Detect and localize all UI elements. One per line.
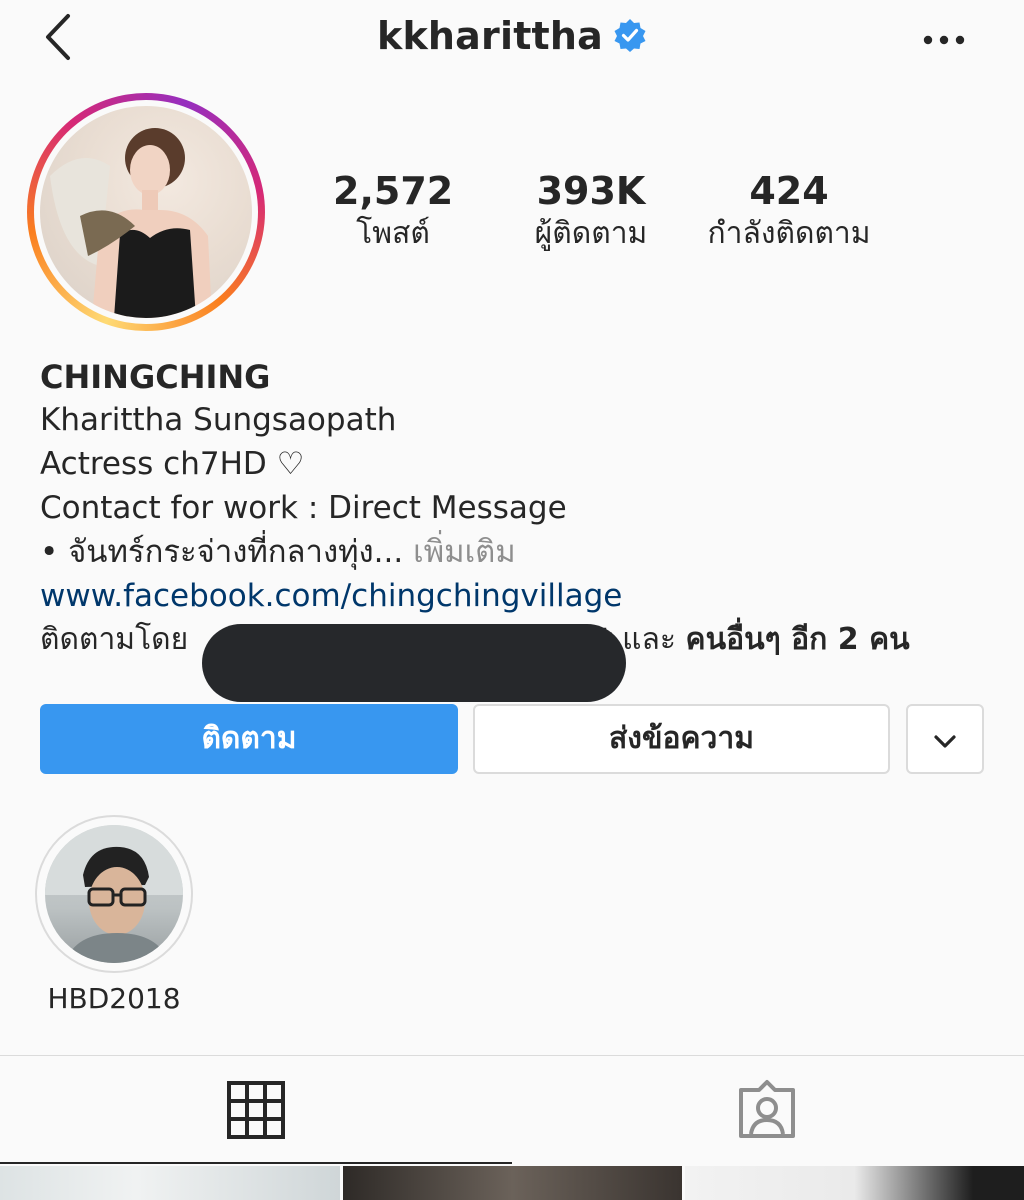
profile-avatar (40, 106, 252, 318)
posts-grid-tab[interactable] (224, 1078, 288, 1142)
message-button[interactable]: ส่งข้อความ (473, 704, 890, 774)
tagged-posts-tab[interactable] (735, 1078, 799, 1142)
posts-count-stat[interactable]: 2,572 โพสต์ (333, 168, 453, 254)
following-label: กำลังติดตาม (707, 216, 871, 251)
highlight-ring (35, 815, 193, 973)
posts-count: 2,572 (333, 169, 454, 213)
followers-label: ผู้ติดตาม (534, 216, 648, 251)
chevron-down-icon (934, 735, 956, 748)
verified-badge-icon (614, 18, 646, 52)
username-title: kkharittha (376, 14, 604, 58)
post-thumbnail[interactable] (0, 1166, 340, 1200)
profile-bio: CHINGCHING Kharittha Sungsaopath Actress… (40, 356, 1000, 662)
followed-by-prefix: ติดตามโดย (40, 622, 189, 657)
more-horizontal-icon (923, 35, 965, 45)
post-thumbnail[interactable] (685, 1166, 1024, 1200)
highlight-cover-illustration (45, 825, 183, 963)
highlight-label: HBD2018 (47, 982, 181, 1015)
followers-count: 393K (536, 169, 646, 213)
followed-by-and: และ (622, 622, 676, 657)
avatar-inner-border (34, 100, 258, 324)
tabs-divider (0, 1055, 1024, 1056)
see-more-link[interactable]: เพิ่มเติม (413, 534, 516, 570)
following-count-stat[interactable]: 424 กำลังติดตาม (696, 168, 882, 254)
bio-line-truncated: • จันทร์กระจ่างที่กลางทุ่ง... เพิ่มเติม (40, 530, 1000, 574)
following-count: 424 (749, 169, 829, 213)
active-tab-indicator (0, 1162, 512, 1164)
bio-line-contact: Contact for work : Direct Message (40, 490, 567, 526)
profile-username-header: kkharittha (0, 14, 1024, 58)
more-options-button[interactable] (922, 30, 966, 50)
highlight-cover (45, 825, 183, 963)
followers-count-stat[interactable]: 393K ผู้ติดตาม (520, 168, 662, 254)
followed-by-others: คนอื่นๆ อีก 2 คน (685, 622, 910, 657)
display-name: CHINGCHING (40, 358, 271, 396)
top-navigation-bar: kkharittha (0, 0, 1024, 80)
posts-label: โพสต์ (356, 216, 430, 251)
story-highlight[interactable]: HBD2018 (34, 815, 194, 1017)
full-name: Kharittha Sungsaopath (40, 402, 397, 438)
follow-button[interactable]: ติดตาม (40, 704, 458, 774)
grid-icon (227, 1081, 285, 1139)
avatar-illustration (50, 128, 212, 318)
post-thumbnail[interactable] (343, 1166, 682, 1200)
bio-website-link[interactable]: www.facebook.com/chingchingvillage (40, 574, 1000, 618)
profile-avatar-story-ring[interactable] (27, 93, 265, 331)
bio-line-actress: Actress ch7HD ♡ (40, 446, 305, 482)
redaction-overlay (202, 624, 626, 702)
bio-truncated-text: • จันทร์กระจ่างที่กลางทุ่ง... (40, 534, 404, 570)
tagged-user-icon (739, 1080, 795, 1138)
suggested-accounts-dropdown-button[interactable] (906, 704, 984, 774)
